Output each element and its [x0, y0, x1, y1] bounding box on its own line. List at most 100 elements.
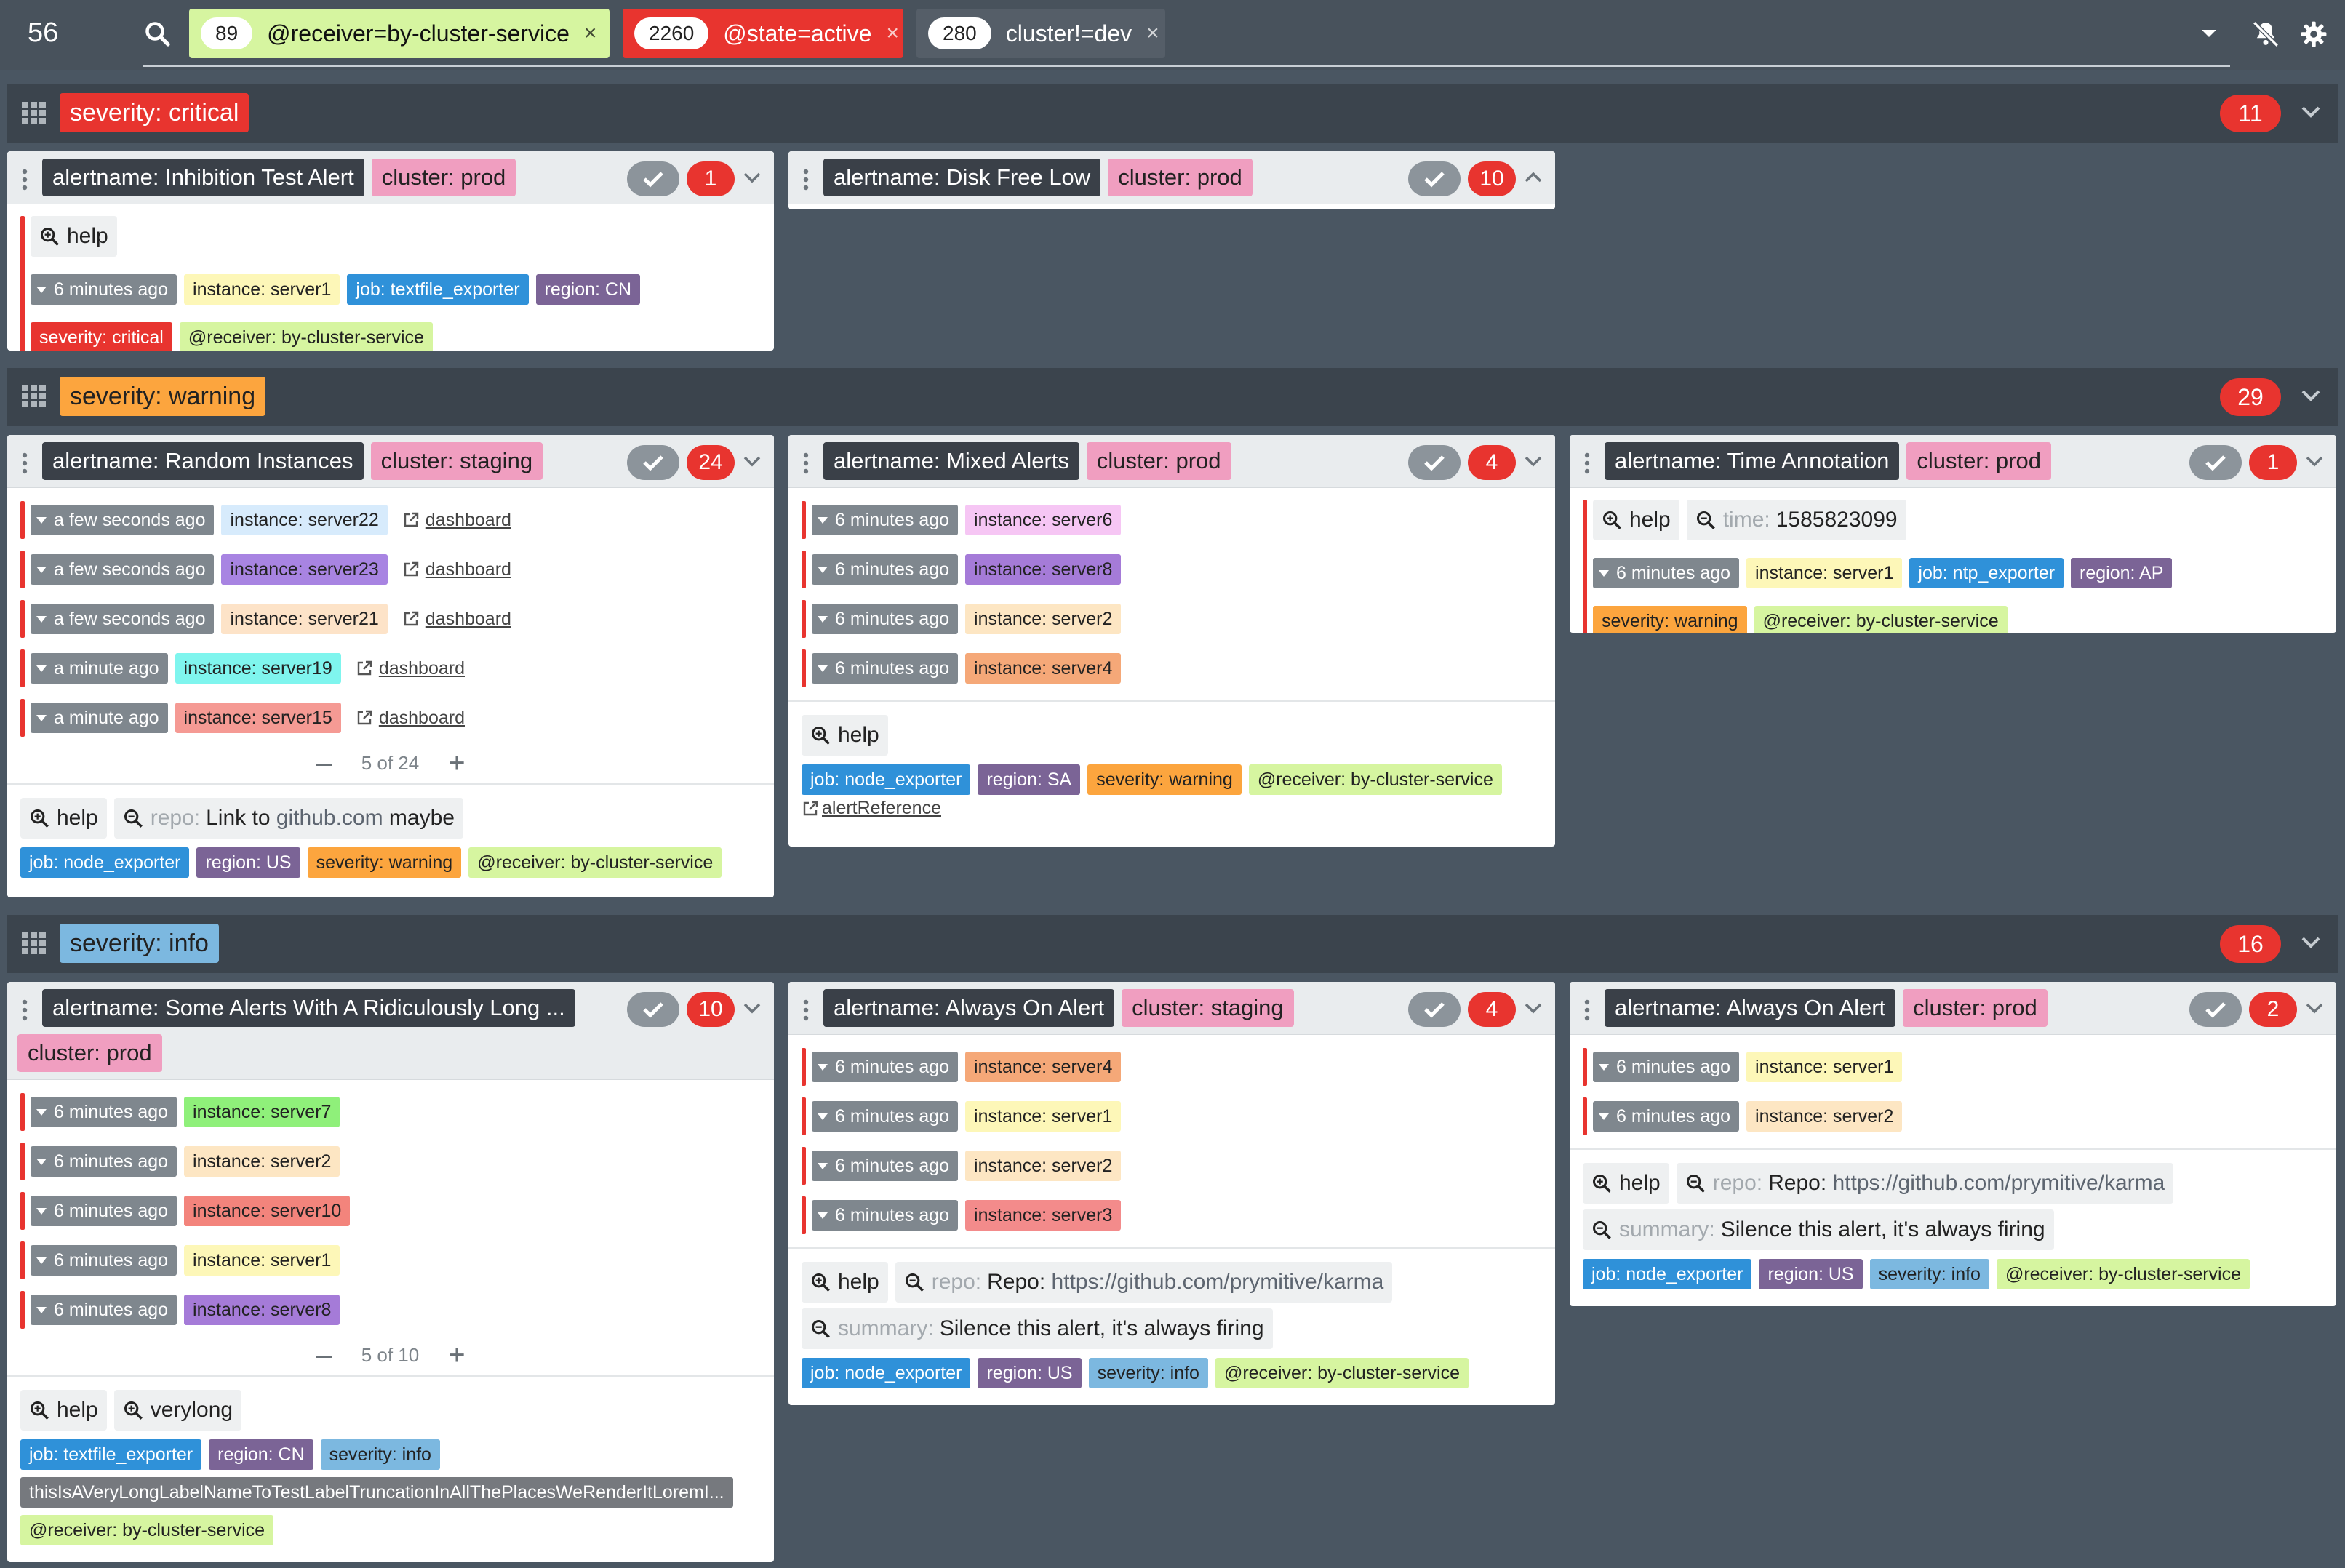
chevron-down-icon[interactable] [2304, 455, 2325, 471]
repo-link[interactable]: https://github.com/prymitive/karma [1052, 1270, 1384, 1295]
label-instance[interactable]: instance: server1 [184, 274, 340, 305]
label-severity[interactable]: severity: warning [307, 847, 462, 878]
repo-link[interactable]: github.com [276, 806, 383, 831]
dashboard-link[interactable]: dashboard [402, 609, 511, 630]
alert-time[interactable]: a few seconds ago [31, 554, 215, 585]
annotation-help[interactable]: help [802, 1262, 888, 1303]
annotation-help[interactable]: help [1593, 500, 1679, 540]
label-long[interactable]: thisIsAVeryLongLabelNameToTestLabelTrunc… [20, 1477, 733, 1508]
alertname-label[interactable]: alertname: Random Instances [42, 442, 364, 480]
annotation-repo[interactable]: repo: Link to github.com maybe [113, 798, 463, 839]
chevron-down-icon[interactable] [2300, 935, 2322, 953]
annotation-summary[interactable]: summary: Silence this alert, it's always… [802, 1308, 1273, 1349]
alert-time[interactable]: a few seconds ago [31, 604, 215, 634]
alert-time[interactable]: 6 minutes ago [1593, 1052, 1740, 1082]
alert-time[interactable]: 6 minutes ago [812, 1200, 959, 1231]
label-instance[interactable]: instance: server21 [221, 604, 388, 634]
drag-handle-icon[interactable] [22, 169, 28, 194]
label-region[interactable]: region: AP [2071, 558, 2173, 588]
annotation-help[interactable]: help [31, 216, 117, 257]
close-icon[interactable]: × [1146, 21, 1159, 46]
filter-receiver[interactable]: 89 @receiver=by-cluster-service × [189, 9, 610, 58]
alert-time[interactable]: a minute ago [31, 653, 168, 684]
chevron-down-icon[interactable] [2300, 388, 2322, 407]
filter-state[interactable]: 2260 @state=active × [623, 9, 903, 58]
label-job[interactable]: job: node_exporter [802, 764, 971, 795]
label-instance[interactable]: instance: server4 [965, 1052, 1122, 1082]
group-severity-label[interactable]: severity: info [60, 924, 219, 963]
annotation-help[interactable]: help [802, 715, 888, 756]
chevron-down-icon[interactable] [1523, 455, 1543, 471]
chevron-down-icon[interactable] [742, 171, 762, 188]
alert-time[interactable]: 6 minutes ago [31, 1295, 177, 1325]
check-icon[interactable] [1408, 161, 1461, 196]
check-icon[interactable] [627, 445, 679, 480]
label-job[interactable]: job: textfile_exporter [347, 274, 529, 305]
filter-cluster[interactable]: 280 cluster!=dev × [916, 9, 1165, 58]
annotation-verylong[interactable]: verylong [113, 1390, 242, 1431]
label-severity[interactable]: severity: info [320, 1439, 440, 1470]
dashboard-link[interactable]: dashboard [402, 559, 511, 580]
label-severity[interactable]: severity: info [1869, 1259, 1989, 1289]
label-instance[interactable]: instance: server10 [184, 1196, 351, 1226]
plus-icon[interactable]: + [448, 747, 465, 780]
label-job[interactable]: job: textfile_exporter [20, 1439, 202, 1470]
drag-handle-icon[interactable] [803, 999, 809, 1025]
grid-icon[interactable] [22, 102, 47, 127]
cluster-label[interactable]: cluster: staging [370, 442, 543, 480]
label-region[interactable]: region: CN [535, 274, 641, 305]
cluster-label[interactable]: cluster: prod [17, 1034, 162, 1072]
check-icon[interactable] [2189, 445, 2242, 480]
alert-time[interactable]: 6 minutes ago [812, 554, 959, 585]
alert-reference-link[interactable]: alertReference [802, 798, 941, 819]
label-instance[interactable]: instance: server8 [184, 1295, 340, 1325]
label-receiver[interactable]: @receiver: by-cluster-service [179, 322, 433, 351]
minus-icon[interactable]: – [316, 747, 332, 780]
grid-icon[interactable] [22, 932, 47, 958]
label-receiver[interactable]: @receiver: by-cluster-service [1996, 1259, 2250, 1289]
close-icon[interactable]: × [584, 21, 597, 46]
alert-time[interactable]: 6 minutes ago [812, 653, 959, 684]
alert-time[interactable]: 6 minutes ago [812, 604, 959, 634]
chevron-down-icon[interactable] [2304, 1001, 2325, 1018]
search-icon[interactable] [144, 20, 170, 50]
minus-icon[interactable]: – [316, 1339, 332, 1372]
alert-time[interactable]: 6 minutes ago [1593, 1101, 1740, 1132]
chevron-down-icon[interactable] [1523, 1001, 1543, 1018]
label-instance[interactable]: instance: server2 [1746, 1101, 1903, 1132]
annotation-summary[interactable]: summary: Silence this alert, it's always… [1583, 1209, 2054, 1250]
dashboard-link[interactable]: dashboard [356, 708, 465, 729]
label-instance[interactable]: instance: server4 [965, 653, 1122, 684]
label-job[interactable]: job: ntp_exporter [1909, 558, 2064, 588]
label-job[interactable]: job: node_exporter [802, 1358, 971, 1388]
alertname-label[interactable]: alertname: Time Annotation [1605, 442, 1900, 480]
alert-time[interactable]: 6 minutes ago [1593, 558, 1740, 588]
chevron-up-icon[interactable] [1523, 171, 1543, 188]
chevron-down-icon[interactable] [742, 1001, 762, 1018]
label-instance[interactable]: instance: server15 [175, 703, 341, 733]
label-instance[interactable]: instance: server2 [184, 1146, 340, 1177]
dashboard-link[interactable]: dashboard [356, 658, 465, 679]
label-instance[interactable]: instance: server1 [1746, 1052, 1903, 1082]
drag-handle-icon[interactable] [1584, 999, 1590, 1025]
cluster-label[interactable]: cluster: prod [1086, 442, 1231, 480]
label-instance[interactable]: instance: server6 [965, 505, 1122, 535]
annotation-help[interactable]: help [20, 798, 107, 839]
label-severity[interactable]: severity: info [1088, 1358, 1208, 1388]
annotation-help[interactable]: help [1583, 1163, 1669, 1204]
label-instance[interactable]: instance: server23 [221, 554, 388, 585]
check-icon[interactable] [1408, 992, 1461, 1027]
cluster-label[interactable]: cluster: staging [1122, 989, 1294, 1027]
bell-slash-icon[interactable] [2250, 19, 2281, 53]
label-instance[interactable]: instance: server7 [184, 1097, 340, 1127]
alert-time[interactable]: 6 minutes ago [812, 505, 959, 535]
check-icon[interactable] [627, 992, 679, 1027]
label-region[interactable]: region: SA [978, 764, 1081, 795]
group-severity-label[interactable]: severity: warning [60, 377, 266, 416]
alert-time[interactable]: 6 minutes ago [812, 1052, 959, 1082]
label-instance[interactable]: instance: server22 [221, 505, 388, 535]
alert-time[interactable]: 6 minutes ago [31, 1097, 177, 1127]
cluster-label[interactable]: cluster: prod [371, 159, 516, 196]
annotation-help[interactable]: help [20, 1390, 107, 1431]
alert-time[interactable]: 6 minutes ago [31, 1245, 177, 1276]
